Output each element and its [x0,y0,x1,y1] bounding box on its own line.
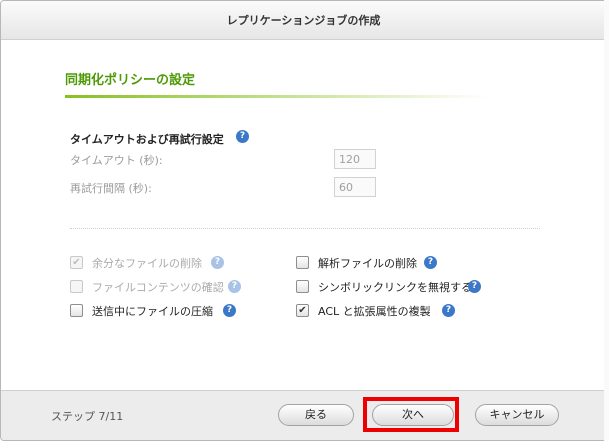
retry-interval-input[interactable] [334,177,376,197]
ignore-symlinks-label: シンボリックリンクを無視する [318,281,472,294]
ignore-symlinks-checkbox[interactable] [296,280,309,293]
dialog-titlebar: レプリケーションジョブの作成 [1,1,606,40]
dialog-title: レプリケーションジョブの作成 [226,14,381,27]
back-button[interactable]: 戻る [278,404,354,426]
verify-content-checkbox[interactable] [70,280,83,293]
remove-extra-files-checkbox[interactable]: ✔ [70,256,83,269]
copy-acl-checkbox[interactable]: ✔ [296,304,309,317]
help-icon[interactable]: ? [442,304,455,317]
verify-content-label: ファイルコンテンツの確認 [92,281,224,294]
dialog-footer: ステップ 7/11 戻る 次へ キャンセル [1,390,606,440]
help-icon[interactable]: ? [468,280,481,293]
delete-sparse-files-checkbox[interactable] [296,256,309,269]
delete-sparse-files-label: 解析ファイルの削除 [318,257,417,270]
next-button-highlight [363,397,459,432]
help-icon[interactable]: ? [223,304,236,317]
help-icon[interactable]: ? [236,130,249,143]
help-icon[interactable]: ? [211,256,224,269]
section-title: 同期化ポリシーの設定 [65,73,196,88]
help-icon[interactable]: ? [228,280,241,293]
replication-job-dialog: レプリケーションジョブの作成 同期化ポリシーの設定 タイムアウトおよび再試行設定… [0,0,607,441]
divider [70,228,540,229]
compress-transfer-checkbox[interactable] [70,304,83,317]
section-underline [65,95,489,98]
remove-extra-files-label: 余分なファイルの削除 [92,257,202,270]
retry-interval-label: 再試行間隔 (秒): [70,182,152,195]
window-edge [604,0,609,441]
timeout-heading: タイムアウトおよび再試行設定 [70,133,224,146]
timeout-input[interactable] [334,149,376,169]
compress-transfer-label: 送信中にファイルの圧縮 [92,305,213,318]
timeout-label: タイムアウト (秒): [70,154,163,167]
copy-acl-label: ACL と拡張属性の複製 [318,305,431,318]
step-indicator: ステップ 7/11 [51,410,124,423]
cancel-button[interactable]: キャンセル [475,404,559,426]
help-icon[interactable]: ? [424,256,437,269]
